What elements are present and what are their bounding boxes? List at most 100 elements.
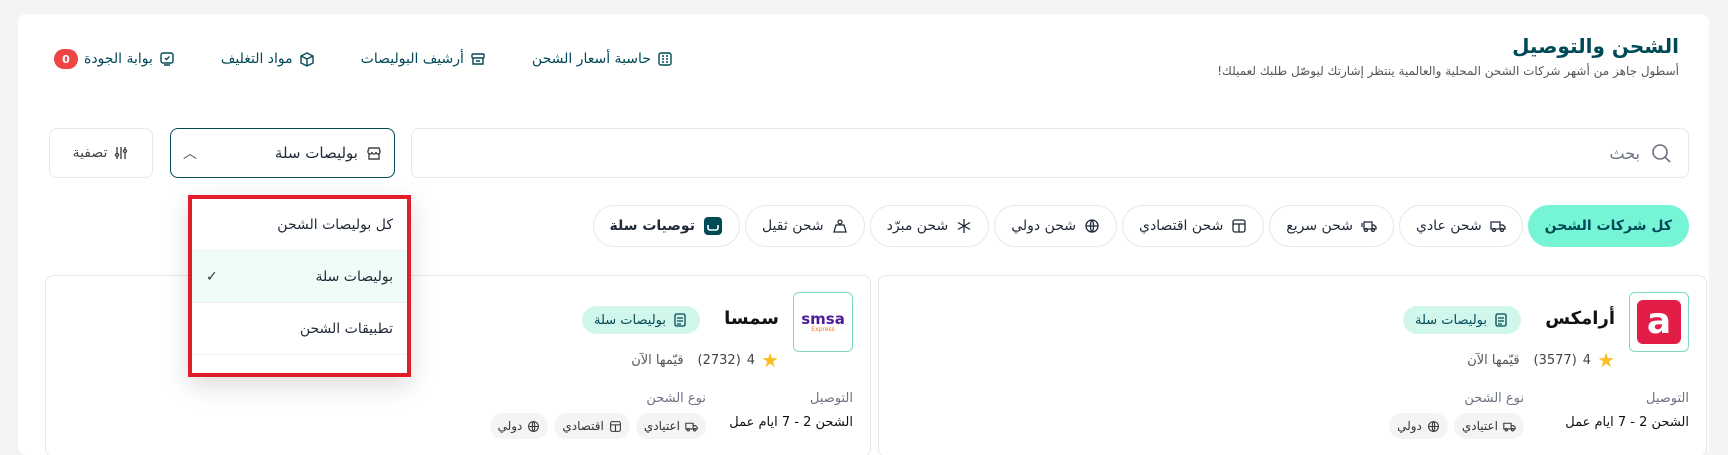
shipping-type-chips: اعتيادي دولي	[1389, 413, 1524, 439]
weight-icon	[832, 218, 848, 234]
policy-archive-label: أرشيف البوليصات	[360, 51, 464, 67]
star-icon: ★	[1597, 348, 1615, 372]
shipping-page: الشحن والتوصيل أسطول جاهز من أشهر شركات …	[18, 14, 1709, 455]
shipping-calculator-label: حاسبة أسعار الشحن	[531, 51, 651, 67]
smsa-logo-mark: smsa Express	[801, 309, 845, 333]
smsa-logo-text: smsa	[801, 309, 845, 328]
option-label: تطبيقات الشحن	[299, 320, 393, 337]
delivery-label: التوصيل	[809, 391, 853, 406]
rate-now-link[interactable]: قيّمها الآن	[1467, 353, 1519, 368]
carrier-name: سمسا	[724, 308, 779, 329]
fast-truck-icon	[1360, 218, 1377, 234]
tab-heavy[interactable]: شحن ثقيل	[744, 205, 865, 247]
quality-portal-link[interactable]: بوابة الجودة 0	[54, 49, 175, 69]
globe-icon	[527, 420, 540, 433]
tab-label: شحن عادي	[1415, 218, 1482, 234]
aramex-logo-mark: a	[1637, 300, 1681, 344]
quality-portal-label: بوابة الجودة	[84, 51, 153, 67]
truck-icon	[1490, 218, 1506, 234]
carrier-rating: ★ 4 (3577) قيّمها الآن	[1467, 350, 1615, 370]
packaging-label: مواد التغليف	[220, 51, 293, 67]
tab-label: توصيات سلة	[609, 218, 695, 234]
tab-standard[interactable]: شحن عادي	[1398, 205, 1523, 247]
search-input[interactable]	[428, 143, 1640, 163]
tab-refrigerated[interactable]: شحن مبرّد	[869, 205, 990, 247]
smsa-logo: smsa Express	[793, 292, 853, 352]
tab-express[interactable]: شحن سريع	[1269, 205, 1394, 247]
rating-value: 4	[746, 352, 756, 368]
economy-icon	[1231, 218, 1247, 234]
carrier-name: أرامكس	[1545, 308, 1615, 329]
chip-international: دولي	[489, 413, 549, 439]
chip-label: دولي	[497, 419, 523, 433]
option-label: بوليصات سلة	[315, 268, 393, 285]
search-icon	[1650, 142, 1672, 164]
tab-salla-recommendations[interactable]: توصيات سلة	[592, 205, 740, 247]
shipping-tabs: كل شركات الشحن شحن عادي شحن سريع شحن اقت…	[592, 205, 1689, 247]
sliders-icon	[113, 145, 129, 161]
filter-label: تصفية	[72, 145, 108, 161]
policy-type-select[interactable]: بوليصات سلة ︿	[170, 128, 395, 178]
globe-icon	[1427, 420, 1440, 433]
salla-policy-badge: بوليصات سلة	[582, 306, 700, 334]
store-icon	[366, 145, 382, 161]
truck-icon	[1503, 420, 1516, 433]
chip-label: اعتيادي	[1461, 419, 1498, 433]
salla-policy-badge: بوليصات سلة	[1403, 306, 1521, 334]
tab-all-carriers[interactable]: كل شركات الشحن	[1527, 205, 1689, 247]
carrier-card-aramex[interactable]: a أرامكس بوليصات سلة ★ 4 (3577) قيّمها ا…	[878, 275, 1707, 455]
option-label: كل بوليصات الشحن	[277, 216, 393, 233]
quality-icon	[159, 51, 175, 67]
delivery-label: التوصيل	[1645, 391, 1689, 406]
chip-label: اعتيادي	[643, 419, 680, 433]
packaging-link[interactable]: مواد التغليف	[221, 51, 315, 67]
shipping-calculator-link[interactable]: حاسبة أسعار الشحن	[532, 51, 673, 67]
policy-type-dropdown: كل بوليصات الشحن بوليصات سلة ✓ تطبيقات ا…	[188, 195, 411, 377]
snowflake-icon	[956, 218, 972, 234]
badge-label: بوليصات سلة	[1415, 312, 1487, 328]
carrier-card-smsa[interactable]: smsa Express سمسا بوليصات سلة ★ 4 (2732)…	[45, 275, 871, 455]
rate-now-link[interactable]: قيّمها الآن	[631, 353, 683, 368]
chip-label: اقتصادي	[562, 419, 604, 433]
delivery-value: الشحن 2 - 7 ايام عمل	[1565, 415, 1689, 430]
truck-icon	[685, 420, 698, 433]
tab-label: كل شركات الشحن	[1544, 218, 1672, 234]
globe-icon	[1084, 218, 1100, 234]
delivery-value: الشحن 2 - 7 ايام عمل	[729, 415, 853, 430]
box-icon	[299, 51, 315, 67]
salla-icon	[703, 216, 723, 236]
page-title: الشحن والتوصيل	[1512, 34, 1679, 58]
chip-standard: اعتيادي	[1453, 413, 1524, 439]
review-count: (3577)	[1533, 352, 1577, 368]
policy-icon	[672, 312, 688, 328]
page-subtitle: أسطول جاهز من أشهر شركات الشحن المحلية و…	[1217, 64, 1679, 78]
aramex-logo: a	[1629, 292, 1689, 352]
chip-economy: اقتصادي	[554, 413, 630, 439]
header-links: بوابة الجودة 0 مواد التغليف أرشيف البولي…	[54, 49, 673, 69]
check-icon: ✓	[206, 268, 218, 285]
rating-value: 4	[1582, 352, 1592, 368]
carrier-rating: ★ 4 (2732) قيّمها الآن	[631, 350, 779, 370]
dropdown-option-salla-policies[interactable]: بوليصات سلة ✓	[192, 251, 407, 303]
filter-button[interactable]: تصفية	[49, 128, 153, 178]
tab-label: شحن ثقيل	[761, 218, 824, 234]
quality-count-badge: 0	[54, 49, 78, 69]
tab-economy[interactable]: شحن اقتصادي	[1122, 205, 1265, 247]
archive-icon	[470, 51, 486, 67]
review-count: (2732)	[697, 352, 741, 368]
tab-label: شحن دولي	[1011, 218, 1077, 234]
chip-international: دولي	[1389, 413, 1448, 439]
policy-select-value: بوليصات سلة	[274, 144, 358, 162]
tab-international[interactable]: شحن دولي	[994, 205, 1118, 247]
policy-icon	[1493, 312, 1509, 328]
dropdown-option-shipping-apps[interactable]: تطبيقات الشحن	[192, 303, 407, 355]
dropdown-option-all-policies[interactable]: كل بوليصات الشحن	[192, 199, 407, 251]
tab-label: شحن اقتصادي	[1139, 218, 1224, 234]
search-bar	[411, 128, 1689, 178]
chip-label: دولي	[1397, 419, 1422, 433]
economy-icon	[609, 420, 622, 433]
chevron-up-icon: ︿	[183, 146, 197, 162]
star-icon: ★	[761, 348, 779, 372]
shipping-type-chips: اعتيادي اقتصادي دولي	[489, 413, 706, 439]
policy-archive-link[interactable]: أرشيف البوليصات	[361, 51, 486, 67]
